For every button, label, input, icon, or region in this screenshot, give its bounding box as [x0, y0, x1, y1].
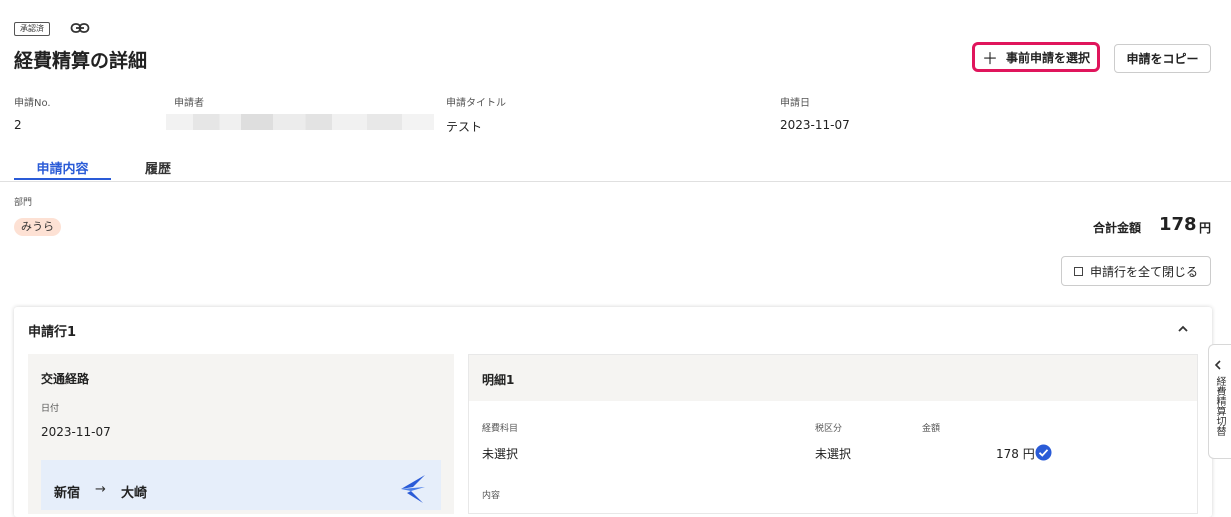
square-icon [1073, 266, 1083, 276]
department-chip: みうら [14, 218, 61, 236]
select-prior-application-button[interactable]: ＋ 事前申請を選択 [972, 42, 1100, 72]
applicant-value-redacted [166, 114, 434, 130]
route-date-value: 2023-11-07 [41, 425, 111, 439]
amount-value: 178 円 [996, 447, 1035, 461]
route-arrow: → [95, 482, 106, 497]
applicant-label: 申請者 [174, 98, 204, 109]
detail-panel-header [469, 355, 1197, 401]
total-amount-unit: 円 [1199, 221, 1212, 235]
application-no-value: 2 [14, 118, 22, 132]
total-amount-value: 178 [1159, 214, 1197, 235]
tax-category-label: 税区分 [815, 424, 843, 434]
collapse-all-lines-label: 申請行を全て閉じる [1089, 264, 1198, 279]
application-date-label: 申請日 [780, 98, 810, 109]
copy-application-label: 申請をコピー [1126, 52, 1199, 66]
amount-label: 金額 [922, 424, 941, 434]
tax-category-value: 未選択 [815, 447, 852, 461]
application-title-label: 申請タイトル [446, 98, 506, 109]
select-prior-application-label: 事前申請を選択 [1006, 50, 1091, 65]
expense-account-label: 経費科目 [482, 424, 519, 434]
plus-icon: ＋ [981, 49, 998, 68]
application-title-value: テスト [446, 120, 483, 134]
status-badge: 承認済 [14, 22, 50, 36]
application-no-label: 申請No. [14, 98, 51, 109]
total-amount-label: 合計金額 [1093, 221, 1142, 235]
route-from: 新宿 [54, 486, 81, 501]
route-section-title: 交通経路 [41, 372, 90, 386]
route-date-label: 日付 [41, 404, 60, 414]
tab-history[interactable]: 履歴 [145, 158, 171, 177]
content-label: 内容 [482, 491, 501, 501]
tab-divider [0, 181, 1231, 182]
tab-application-content[interactable]: 申請内容 [14, 158, 111, 177]
copy-application-button[interactable]: 申請をコピー [1114, 44, 1211, 73]
chevron-up-icon[interactable] [1176, 322, 1190, 336]
expense-account-value: 未選択 [482, 447, 519, 461]
collapse-all-lines-button[interactable]: 申請行を全て閉じる [1061, 256, 1211, 286]
application-date-value: 2023-11-07 [780, 118, 850, 132]
check-circle-icon [1035, 444, 1052, 461]
side-panel-label[interactable]: 経費精算切替 [1213, 376, 1225, 436]
link-icon[interactable] [70, 20, 90, 36]
airline-logo-icon [401, 475, 425, 503]
detail-title: 明細1 [482, 373, 515, 387]
page-title: 経費精算の詳細 [14, 50, 148, 72]
chevron-left-icon[interactable] [1213, 360, 1223, 370]
active-tab-indicator [14, 178, 111, 180]
route-to: 大崎 [121, 486, 148, 501]
application-line-title: 申請行1 [28, 325, 77, 340]
department-label: 部門 [14, 198, 33, 208]
